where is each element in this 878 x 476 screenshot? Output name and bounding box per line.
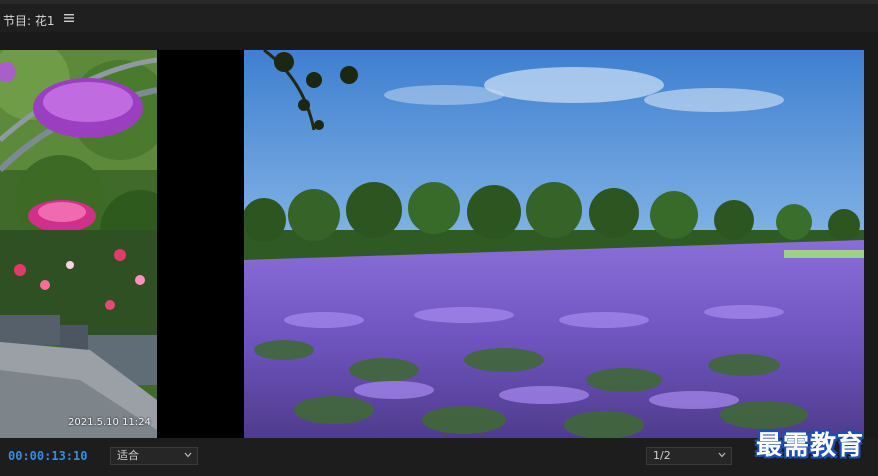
chevron-down-icon <box>184 452 192 458</box>
fit-zoom-select[interactable]: 适合 <box>110 447 198 465</box>
playback-resolution-select[interactable]: 1/2 <box>646 447 732 465</box>
panel-title[interactable]: 节目: 花1 <box>3 12 55 29</box>
panel-header: 节目: 花1 <box>0 4 878 32</box>
playback-resolution-value: 1/2 <box>653 449 671 462</box>
playhead-timecode[interactable]: 00:00:13:10 <box>8 449 87 463</box>
chevron-down-icon <box>718 452 726 458</box>
clip-timestamp: 2021.5.10 11:24 <box>68 417 151 428</box>
fit-zoom-value: 适合 <box>117 449 139 462</box>
flower-arch-image <box>0 50 157 438</box>
right-clip-frame <box>244 50 864 438</box>
brand-watermark: 最需教育 <box>756 431 865 461</box>
left-clip-frame: 2021.5.10 11:24 <box>0 50 157 438</box>
hamburger-menu-icon[interactable] <box>64 13 74 23</box>
lavender-field-image <box>244 50 864 438</box>
letterbox-gap <box>157 50 244 438</box>
program-monitor-viewport[interactable]: 2021.5.10 11:24 <box>0 32 878 438</box>
monitor-controls-bar: 00:00:13:10 适合 1/2 <box>0 438 878 476</box>
